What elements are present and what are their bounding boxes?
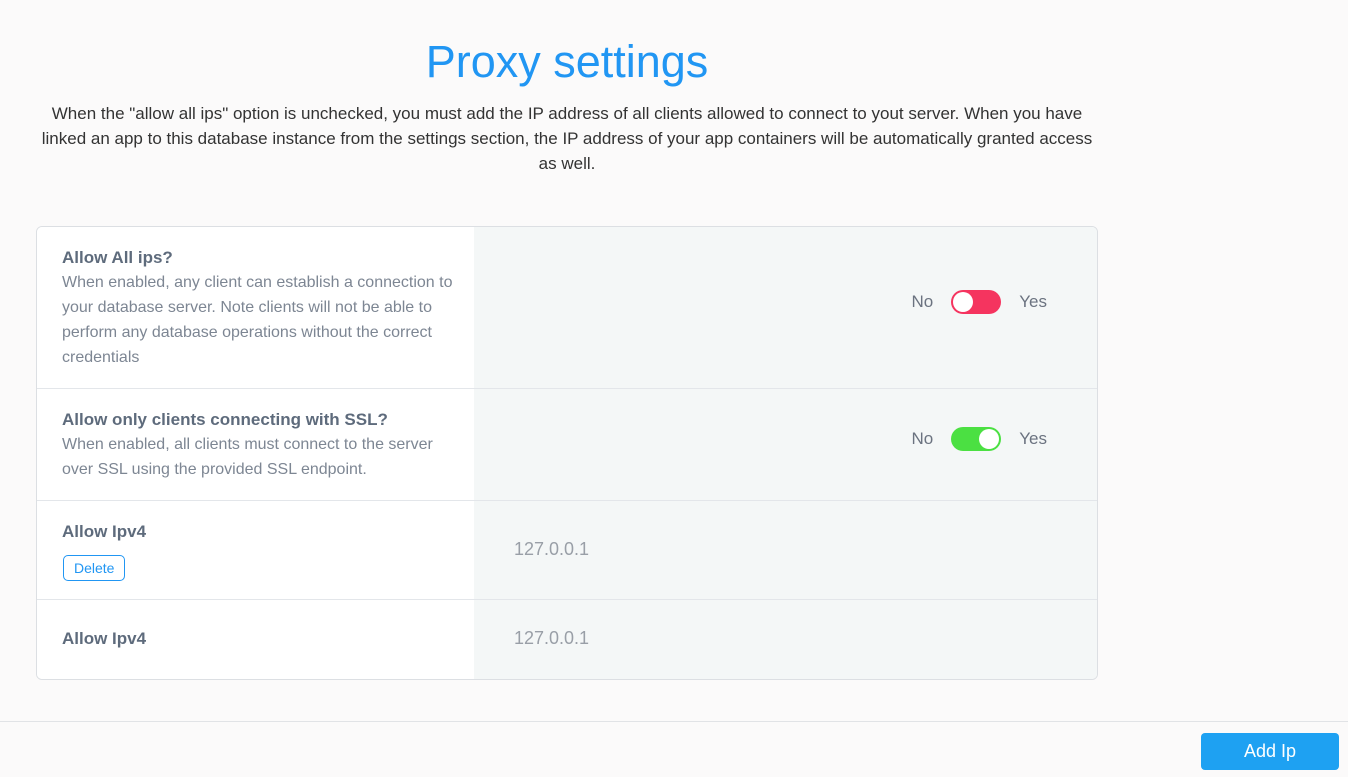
allow-all-ips-toggle-group: No Yes (912, 290, 1047, 314)
ip-row: Allow Ipv4 127.0.0.1 (37, 600, 1097, 679)
delete-ip-button[interactable]: Delete (63, 555, 126, 581)
ssl-only-title: Allow only clients connecting with SSL? (62, 410, 388, 429)
toggle-yes-label: Yes (1019, 429, 1047, 448)
ip-row-title: Allow Ipv4 (62, 629, 147, 648)
ssl-only-toggle[interactable] (951, 427, 1002, 451)
settings-card: Allow All ips? When enabled, any client … (36, 226, 1098, 680)
ip-row-title: Allow Ipv4 (62, 522, 147, 541)
add-ip-button[interactable]: Add Ip (1201, 733, 1339, 770)
footer-divider (0, 721, 1348, 722)
ssl-only-row: Allow only clients connecting with SSL? … (37, 389, 1097, 501)
page-intro: When the "allow all ips" option is unche… (41, 104, 1093, 173)
toggle-knob (953, 292, 974, 312)
proxy-settings-page: Proxy settings When the "allow all ips" … (0, 0, 1348, 777)
page-title: Proxy settings (425, 36, 709, 87)
toggle-knob (979, 429, 1000, 449)
allow-all-ips-toggle[interactable] (951, 290, 1002, 314)
allow-all-ips-description: When enabled, any client can establish a… (62, 274, 453, 366)
ip-value: 127.0.0.1 (514, 539, 590, 559)
ip-row: Allow Ipv4 Delete 127.0.0.1 (37, 501, 1097, 600)
allow-all-ips-row: Allow All ips? When enabled, any client … (37, 227, 1097, 389)
allow-all-ips-title: Allow All ips? (62, 248, 173, 267)
ssl-only-description: When enabled, all clients must connect t… (62, 436, 433, 478)
toggle-no-label: No (911, 429, 934, 448)
toggle-no-label: No (911, 292, 934, 311)
ssl-only-toggle-group: No Yes (912, 427, 1047, 451)
ip-value: 127.0.0.1 (514, 628, 590, 648)
toggle-yes-label: Yes (1019, 292, 1047, 311)
